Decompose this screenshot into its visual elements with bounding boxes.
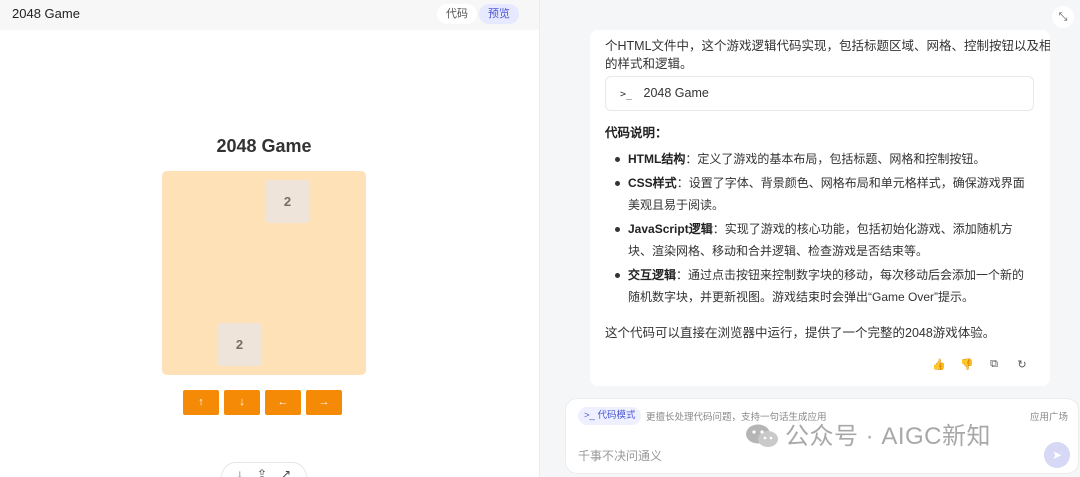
code-mode-chip[interactable]: >_ 代码模式 (578, 407, 642, 425)
preview-float-toolbar: ↓ ⇪ ↗ (221, 462, 307, 477)
assistant-message: 个HTML文件中，这个游戏逻辑代码实现，包括标题区域、网格、控制按钮以及相应 的… (590, 30, 1050, 386)
move-right-button[interactable]: → (306, 390, 342, 415)
message-summary: 这个代码可以直接在浏览器中运行，提供了一个完整的2048游戏体验。 (605, 326, 996, 340)
list-item-title: 交互逻辑 (628, 268, 677, 282)
list-item: HTML结构：定义了游戏的基本布局，包括标题、网格和控制按钮。 (612, 148, 1032, 170)
explanation-list: HTML结构：定义了游戏的基本布局，包括标题、网格和控制按钮。 CSS样式：设置… (612, 148, 1032, 310)
collapse-icon[interactable]: ⤡ (1052, 6, 1074, 28)
watermark: 公众号 · AIGC新知 (745, 416, 991, 451)
share-icon[interactable]: ⇪ (257, 467, 267, 477)
chat-input[interactable]: 千事不决问通义 (578, 447, 662, 464)
message-text: 个HTML文件中，这个游戏逻辑代码实现，包括标题区域、网格、控制按钮以及相应 (605, 39, 1050, 53)
preview-header: 2048 Game 代码 预览 (0, 0, 539, 30)
game-board: 2 2 (162, 171, 366, 375)
copy-icon[interactable]: ⧉ (988, 358, 1000, 371)
list-item-title: JavaScript逻辑 (628, 222, 713, 236)
move-down-button[interactable]: ↓ (224, 390, 260, 415)
download-icon[interactable]: ↓ (237, 467, 243, 477)
section-title: 代码说明： (605, 126, 668, 140)
list-item-title: HTML结构 (628, 152, 686, 166)
tile: 2 (218, 323, 261, 366)
list-item-text: ：设置了字体、背景颜色、网格布局和单元格样式，确保游戏界面美观且易于阅读。 (628, 176, 1025, 212)
move-left-button[interactable]: ← (265, 390, 301, 415)
send-icon[interactable]: ➤ (1044, 442, 1070, 468)
tile: 2 (266, 180, 309, 223)
move-up-button[interactable]: ↑ (183, 390, 219, 415)
game-title: 2048 Game (216, 136, 312, 156)
message-text: 的样式和逻辑。 (605, 57, 693, 71)
list-item: JavaScript逻辑：实现了游戏的核心功能，包括初始化游戏、添加随机方块、渲… (612, 218, 1032, 262)
tab-code[interactable]: 代码 (437, 4, 477, 24)
list-item: CSS样式：设置了字体、背景颜色、网格布局和单元格样式，确保游戏界面美观且易于阅… (612, 172, 1032, 216)
view-toggle: 代码 预览 (437, 4, 519, 24)
preview-pane: 2048 Game 代码 预览 2048 Game 2 2 ↑ ↓ ← → ↓ … (0, 0, 539, 477)
list-item-title: CSS样式 (628, 176, 677, 190)
code-file-card[interactable]: >_ 2048 Game (605, 76, 1034, 111)
file-card-name: 2048 Game (643, 86, 709, 100)
app-plaza-link[interactable]: 应用广场 (1030, 409, 1068, 423)
list-item-text: ：通过点击按钮来控制数字块的移动，每次移动后会添加一个新的随机数字块，并更新视图… (628, 268, 1025, 304)
message-actions: 👍 👎 ⧉ ↻ (932, 358, 1028, 371)
list-item-text: ：定义了游戏的基本布局，包括标题、网格和控制按钮。 (685, 152, 986, 166)
thumbs-up-icon[interactable]: 👍 (932, 358, 946, 371)
wechat-logo-icon (746, 424, 778, 447)
regenerate-icon[interactable]: ↻ (1016, 358, 1028, 371)
watermark-text: 公众号 · AIGC新知 (785, 423, 992, 450)
tab-preview[interactable]: 预览 (479, 4, 519, 24)
list-item: 交互逻辑：通过点击按钮来控制数字块的移动，每次移动后会添加一个新的随机数字块，并… (612, 264, 1032, 308)
terminal-icon: >_ (620, 89, 633, 100)
app-title: 2048 Game (12, 6, 80, 21)
thumbs-down-icon[interactable]: 👎 (960, 358, 974, 371)
open-external-icon[interactable]: ↗ (281, 467, 291, 477)
game-controls: ↑ ↓ ← → (183, 390, 342, 415)
